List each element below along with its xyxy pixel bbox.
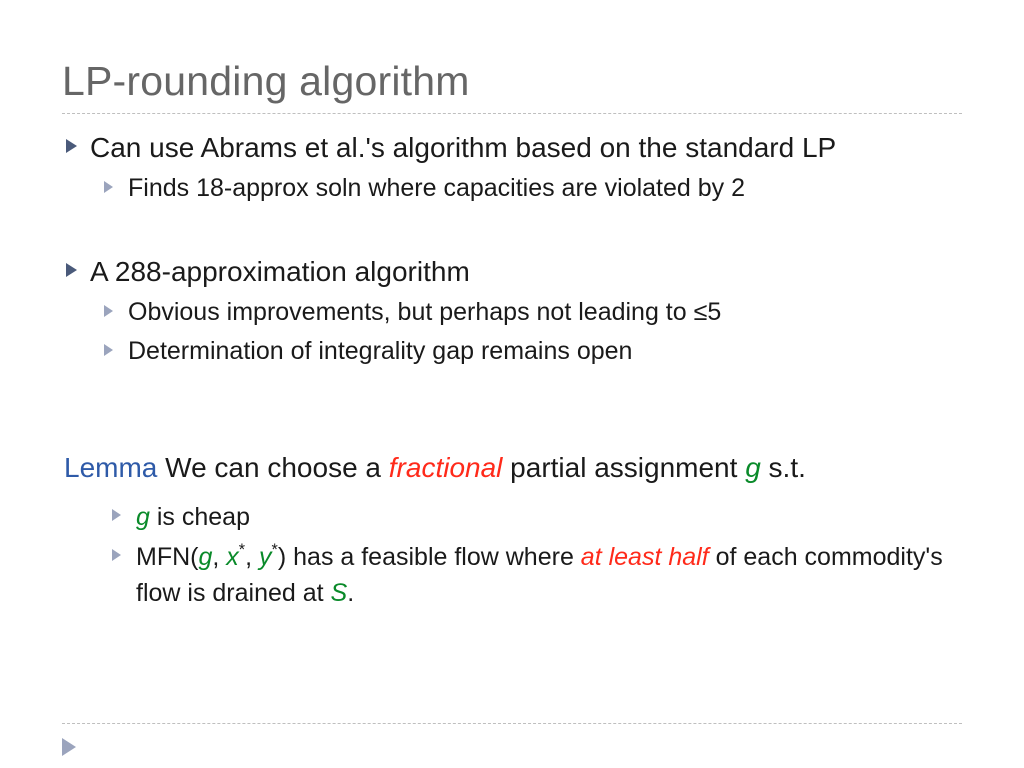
bottom-divider bbox=[62, 723, 962, 724]
lemma-text: partial assignment bbox=[502, 452, 745, 483]
triangle-bullet-icon bbox=[104, 305, 113, 317]
bullet-text: A 288-approximation algorithm bbox=[90, 256, 470, 287]
lemma-sub-text: is cheap bbox=[150, 503, 250, 531]
lemma-sub-text: ) has a feasible flow where bbox=[278, 543, 581, 571]
lemma-sub-list: g is cheap MFN(g, x*, y*) has a feasible… bbox=[106, 499, 962, 612]
triangle-bullet-icon bbox=[66, 263, 77, 277]
lemma-var-y: y bbox=[259, 543, 272, 571]
sub-list: Finds 18-approx soln where capacities ar… bbox=[90, 169, 962, 208]
sub-text: Obvious improvements, but perhaps not le… bbox=[128, 298, 721, 326]
title-divider bbox=[62, 113, 962, 114]
lemma-var-x: x bbox=[226, 543, 239, 571]
triangle-bullet-icon bbox=[112, 509, 121, 521]
lemma-var-g: g bbox=[198, 543, 212, 571]
sub-text: Determination of integrality gap remains… bbox=[128, 337, 632, 365]
slide-title: LP-rounding algorithm bbox=[62, 58, 962, 105]
sub-item: Obvious improvements, but perhaps not le… bbox=[98, 293, 962, 332]
comma: , bbox=[212, 543, 226, 571]
lemma-label: Lemma bbox=[64, 452, 157, 483]
lemma-fractional: fractional bbox=[389, 452, 503, 483]
lemma-text: We can choose a bbox=[157, 452, 388, 483]
lemma-red: at least half bbox=[581, 543, 709, 571]
lemma-text: s.t. bbox=[761, 452, 806, 483]
lemma-var-S: S bbox=[331, 579, 348, 607]
period: . bbox=[347, 579, 354, 607]
slide: LP-rounding algorithm Can use Abrams et … bbox=[0, 0, 1024, 768]
superscript-star: * bbox=[239, 541, 245, 559]
bullet-text: Can use Abrams et al.'s algorithm based … bbox=[90, 132, 836, 163]
triangle-bullet-icon bbox=[112, 549, 121, 561]
sub-text: Finds 18-approx soln where capacities ar… bbox=[128, 174, 745, 202]
sub-item: Finds 18-approx soln where capacities ar… bbox=[98, 169, 962, 208]
sub-item: Determination of integrality gap remains… bbox=[98, 332, 962, 371]
spacer bbox=[62, 214, 962, 254]
lemma-sub-item-2: MFN(g, x*, y*) has a feasible flow where… bbox=[106, 539, 962, 612]
triangle-bullet-icon bbox=[104, 181, 113, 193]
bullet-list: Can use Abrams et al.'s algorithm based … bbox=[62, 130, 962, 370]
lemma-sub-text: MFN( bbox=[136, 543, 198, 571]
triangle-bullet-icon bbox=[104, 344, 113, 356]
sub-list: Obvious improvements, but perhaps not le… bbox=[90, 293, 962, 371]
lemma-sub-item-1: g is cheap bbox=[106, 499, 962, 535]
lemma-statement: Lemma We can choose a fractional partial… bbox=[62, 450, 962, 611]
corner-triangle-icon bbox=[62, 738, 76, 756]
comma: , bbox=[245, 543, 259, 571]
lemma-var-g: g bbox=[136, 503, 150, 531]
bullet-item-2: A 288-approximation algorithm Obvious im… bbox=[62, 254, 962, 371]
triangle-bullet-icon bbox=[66, 139, 77, 153]
bullet-item-1: Can use Abrams et al.'s algorithm based … bbox=[62, 130, 962, 208]
lemma-var-g: g bbox=[745, 452, 761, 483]
superscript-star: * bbox=[272, 541, 278, 559]
